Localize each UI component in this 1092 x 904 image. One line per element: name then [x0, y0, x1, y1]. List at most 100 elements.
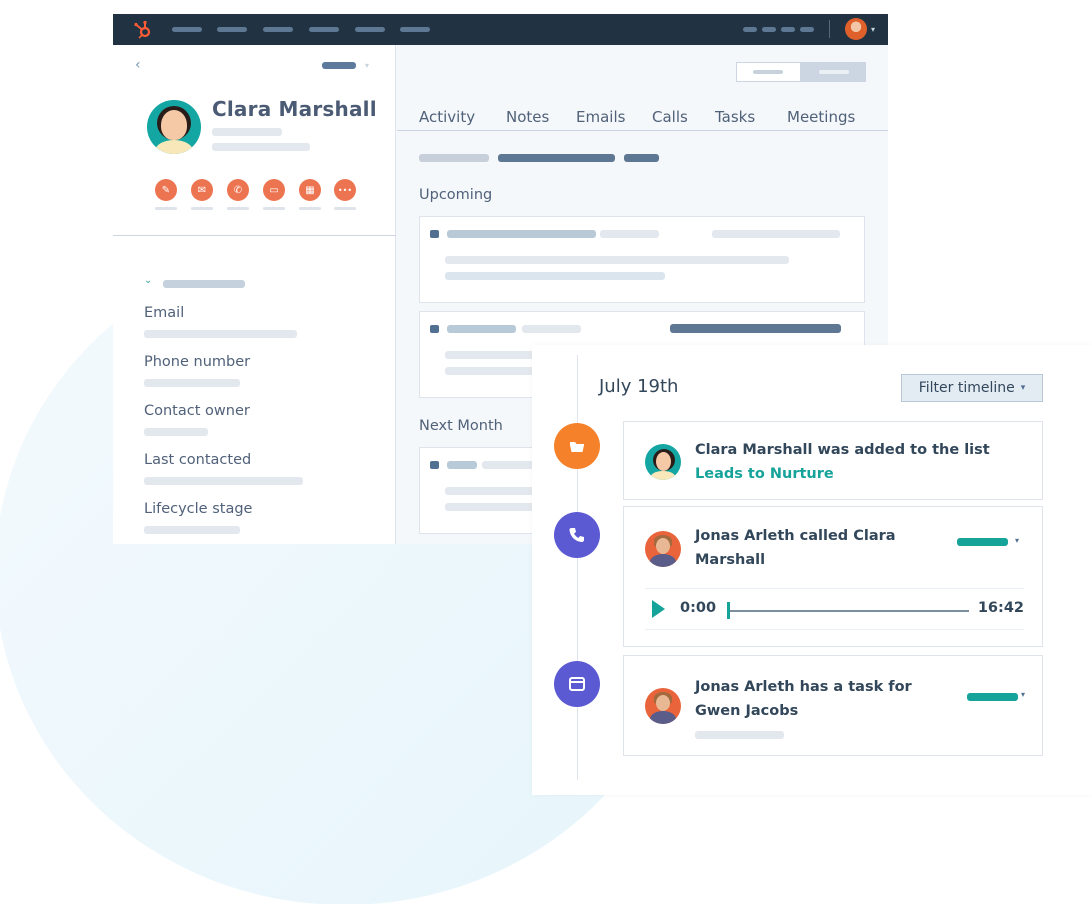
task-status-dropdown[interactable] [967, 693, 1018, 701]
chevron-down-icon[interactable]: ▾ [365, 61, 369, 70]
nav-item[interactable] [355, 27, 385, 32]
tab-emails[interactable]: Emails [576, 108, 625, 126]
more-icon: ••• [337, 185, 353, 195]
field-value-email[interactable] [144, 330, 297, 338]
call-event-text: Jonas Arleth called Clara Marshall [695, 528, 896, 568]
field-label-phone: Phone number [144, 354, 251, 370]
nav-item[interactable] [217, 27, 247, 32]
call-outcome-dropdown[interactable] [957, 538, 1008, 546]
call-recording-player: 0:00 16:42 [645, 588, 1024, 630]
action-label [263, 207, 285, 210]
timeline-item-call[interactable]: Jonas Arleth called Clara Marshall ▾ 0:0… [623, 506, 1043, 647]
tab-calls[interactable]: Calls [652, 108, 688, 126]
utility-item[interactable] [800, 27, 814, 32]
playback-scrubber[interactable] [727, 602, 730, 619]
play-icon[interactable] [652, 600, 665, 618]
field-label-last-contacted: Last contacted [144, 452, 252, 468]
divider [829, 20, 830, 38]
back-icon[interactable]: ‹ [135, 57, 141, 73]
timeline-date: July 19th [599, 376, 679, 397]
field-label-lifecycle: Lifecycle stage [144, 501, 253, 517]
contact-name: Clara Marshall [212, 97, 377, 121]
playback-current-time: 0:00 [680, 600, 717, 616]
chevron-down-icon[interactable]: ▾ [871, 25, 875, 34]
jonas-avatar [645, 688, 681, 724]
field-label-owner: Contact owner [144, 403, 250, 419]
contact-header: ‹ ▾ Clara Marshall ✎ ✉ ✆ ▭ ▦ ••• [113, 45, 396, 236]
filter-timeline-label: Filter timeline [918, 380, 1015, 396]
filter-placeholder[interactable] [419, 154, 489, 162]
list-link[interactable]: Leads to Nurture [695, 466, 834, 482]
call-event-icon [554, 512, 600, 558]
timeline-item-list[interactable]: Clara Marshall was added to the list Lea… [623, 421, 1043, 500]
tab-notes[interactable]: Notes [506, 108, 549, 126]
actions-dropdown[interactable] [322, 62, 356, 69]
jonas-avatar [645, 531, 681, 567]
playback-duration: 16:42 [977, 600, 1024, 616]
playback-track[interactable] [729, 610, 969, 612]
task-action-button[interactable]: ▭ [263, 179, 285, 201]
section-title-next-month: Next Month [419, 418, 503, 434]
email-icon: ✉ [197, 184, 207, 196]
field-value-last-contacted[interactable] [144, 477, 303, 485]
utility-item[interactable] [762, 27, 776, 32]
task-due-placeholder [695, 731, 784, 739]
nav-item[interactable] [309, 27, 339, 32]
filter-timeline-button[interactable]: Filter timeline ▾ [901, 374, 1043, 402]
filter-placeholder[interactable] [498, 154, 615, 162]
nav-item[interactable] [172, 27, 202, 32]
note-icon: ✎ [161, 184, 171, 196]
tab-meetings[interactable]: Meetings [787, 108, 855, 126]
utility-item[interactable] [781, 27, 795, 32]
list-event-text: Clara Marshall was added to the list [695, 442, 990, 458]
calendar-icon: ▦ [305, 184, 315, 196]
phone-icon: ✆ [233, 184, 243, 196]
field-label-email: Email [144, 305, 185, 321]
action-label [299, 207, 321, 210]
field-value-lifecycle[interactable] [144, 526, 240, 534]
folder-icon [570, 442, 584, 452]
task-event-icon [554, 661, 600, 707]
stage: ▾ ‹ ▾ Clara Marshall ✎ ✉ ✆ ▭ ▦ ••• ⌄ Ema… [0, 0, 1092, 904]
top-navigation-bar: ▾ [113, 14, 888, 45]
chevron-down-icon: ▾ [1020, 383, 1026, 393]
timeline-item-text: Clara Marshall was added to the list Lea… [695, 438, 1035, 486]
hubspot-logo-icon[interactable] [133, 20, 153, 40]
user-avatar[interactable] [845, 18, 867, 40]
nav-item[interactable] [263, 27, 293, 32]
view-toggle[interactable] [736, 62, 866, 82]
utility-item[interactable] [743, 27, 757, 32]
task-event-text: Jonas Arleth has a task for Gwen Jacobs [695, 679, 912, 719]
call-action-button[interactable]: ✆ [227, 179, 249, 201]
email-action-button[interactable]: ✉ [191, 179, 213, 201]
chevron-down-icon[interactable]: ▾ [1015, 536, 1019, 545]
timeline-line [577, 355, 578, 780]
action-label [191, 207, 213, 210]
note-action-button[interactable]: ✎ [155, 179, 177, 201]
action-label [334, 207, 356, 210]
nav-item[interactable] [400, 27, 430, 32]
contact-company-placeholder [212, 143, 310, 151]
task-icon: ▭ [269, 184, 279, 196]
task-icon [569, 677, 585, 691]
contact-avatar [147, 100, 201, 154]
field-value-owner[interactable] [144, 428, 208, 436]
phone-icon [569, 528, 584, 542]
about-section-title[interactable] [163, 280, 245, 288]
field-value-phone[interactable] [144, 379, 240, 387]
tab-tasks[interactable]: Tasks [715, 108, 755, 126]
action-label [227, 207, 249, 210]
contact-title-placeholder [212, 128, 282, 136]
more-action-button[interactable]: ••• [334, 179, 356, 201]
section-title-upcoming: Upcoming [419, 187, 493, 203]
contact-sidebar: ‹ ▾ Clara Marshall ✎ ✉ ✆ ▭ ▦ ••• ⌄ Email… [113, 45, 396, 544]
action-label [155, 207, 177, 210]
chevron-down-icon[interactable]: ▾ [1021, 690, 1025, 699]
timeline-item-task[interactable]: Jonas Arleth has a task for Gwen Jacobs … [623, 655, 1043, 756]
upcoming-activity-card[interactable] [419, 216, 865, 303]
tab-activity[interactable]: Activity [419, 108, 475, 126]
filter-placeholder[interactable] [624, 154, 659, 162]
chevron-down-icon[interactable]: ⌄ [144, 275, 152, 286]
meeting-action-button[interactable]: ▦ [299, 179, 321, 201]
activity-tabs: Activity Notes Emails Calls Tasks Meetin… [397, 104, 888, 131]
